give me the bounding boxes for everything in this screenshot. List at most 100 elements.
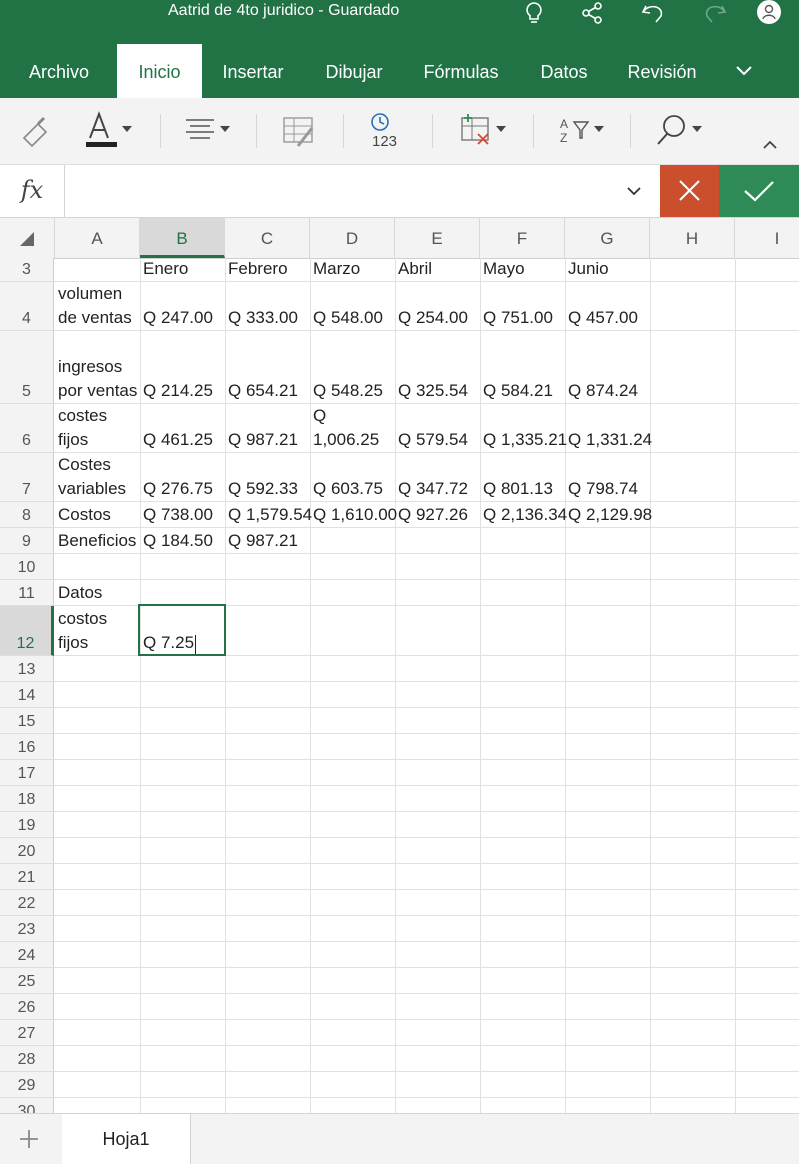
cell-e7[interactable]: Q 347.72 bbox=[398, 453, 468, 502]
cell-f5[interactable]: Q 584.21 bbox=[483, 331, 553, 404]
number-format-icon[interactable]: 123 bbox=[366, 108, 406, 154]
cell-f8[interactable]: Q 2,136.34 bbox=[483, 502, 567, 528]
row-header-5[interactable]: 5 bbox=[0, 331, 54, 404]
cell-g5[interactable]: Q 874.24 bbox=[568, 331, 638, 404]
cell-e6[interactable]: Q 579.54 bbox=[398, 404, 468, 453]
font-color-icon[interactable] bbox=[84, 108, 136, 154]
row-header-18[interactable]: 18 bbox=[0, 786, 54, 812]
cell-a7[interactable]: Costes variables bbox=[58, 453, 140, 502]
column-header-d[interactable]: D bbox=[310, 218, 395, 258]
row-header-19[interactable]: 19 bbox=[0, 812, 54, 838]
cell-d3[interactable]: Marzo bbox=[313, 258, 360, 282]
cell-c4[interactable]: Q 333.00 bbox=[228, 282, 298, 331]
more-tabs-chevron-icon[interactable] bbox=[726, 44, 762, 98]
cell-f6[interactable]: Q 1,335.21 bbox=[483, 404, 567, 453]
sheet-tab-hoja1[interactable]: Hoja1 bbox=[62, 1114, 191, 1164]
undo-icon[interactable] bbox=[636, 0, 672, 28]
cell-b9[interactable]: Q 184.50 bbox=[143, 528, 213, 554]
row-header-4[interactable]: 4 bbox=[0, 282, 54, 331]
column-header-e[interactable]: E bbox=[395, 218, 480, 258]
cell-e4[interactable]: Q 254.00 bbox=[398, 282, 468, 331]
cell-g6[interactable]: Q 1,331.24 bbox=[568, 404, 652, 453]
format-painter-icon[interactable] bbox=[18, 108, 58, 154]
cell-f7[interactable]: Q 801.13 bbox=[483, 453, 553, 502]
row-header-24[interactable]: 24 bbox=[0, 942, 54, 968]
tab-formulas[interactable]: Fórmulas bbox=[410, 44, 512, 98]
cell-b3[interactable]: Enero bbox=[143, 258, 188, 282]
column-header-c[interactable]: C bbox=[225, 218, 310, 258]
formula-input[interactable] bbox=[72, 179, 612, 205]
row-header-3[interactable]: 3 bbox=[0, 258, 54, 282]
row-header-26[interactable]: 26 bbox=[0, 994, 54, 1020]
row-header-15[interactable]: 15 bbox=[0, 708, 54, 734]
row-header-9[interactable]: 9 bbox=[0, 528, 54, 554]
tab-revision[interactable]: Revisión bbox=[614, 44, 710, 98]
row-header-28[interactable]: 28 bbox=[0, 1046, 54, 1072]
tab-dibujar[interactable]: Dibujar bbox=[310, 44, 398, 98]
row-header-14[interactable]: 14 bbox=[0, 682, 54, 708]
lightbulb-icon[interactable] bbox=[516, 0, 552, 28]
cell-a9[interactable]: Beneficios bbox=[58, 528, 140, 554]
cell-b8[interactable]: Q 738.00 bbox=[143, 502, 213, 528]
search-icon[interactable] bbox=[652, 108, 708, 154]
row-header-13[interactable]: 13 bbox=[0, 656, 54, 682]
cell-g7[interactable]: Q 798.74 bbox=[568, 453, 638, 502]
row-header-6[interactable]: 6 bbox=[0, 404, 54, 453]
cell-d5[interactable]: Q 548.25 bbox=[313, 331, 383, 404]
cell-g8[interactable]: Q 2,129.98 bbox=[568, 502, 652, 528]
spreadsheet-grid[interactable]: 3 Enero Febrero Marzo Abril Mayo Junio 4 volumen… bbox=[0, 258, 799, 1113]
row-header-10[interactable]: 10 bbox=[0, 554, 54, 580]
cell-e8[interactable]: Q 927.26 bbox=[398, 502, 468, 528]
cell-b6[interactable]: Q 461.25 bbox=[143, 404, 213, 453]
row-header-16[interactable]: 16 bbox=[0, 734, 54, 760]
tab-datos[interactable]: Datos bbox=[528, 44, 600, 98]
row-header-27[interactable]: 27 bbox=[0, 1020, 54, 1046]
row-header-30[interactable]: 30 bbox=[0, 1098, 54, 1113]
column-header-b[interactable]: B bbox=[140, 218, 225, 258]
column-header-f[interactable]: F bbox=[480, 218, 565, 258]
tab-insertar[interactable]: Insertar bbox=[210, 44, 296, 98]
cell-a4[interactable]: volumen de ventas bbox=[58, 282, 140, 331]
cell-c6[interactable]: Q 987.21 bbox=[228, 404, 298, 453]
tab-archivo[interactable]: Archivo bbox=[14, 44, 104, 98]
account-icon[interactable] bbox=[752, 0, 788, 28]
share-icon[interactable] bbox=[574, 0, 610, 28]
cell-e5[interactable]: Q 325.54 bbox=[398, 331, 468, 404]
cell-b7[interactable]: Q 276.75 bbox=[143, 453, 213, 502]
cell-c3[interactable]: Febrero bbox=[228, 258, 288, 282]
cell-b5[interactable]: Q 214.25 bbox=[143, 331, 213, 404]
cell-f4[interactable]: Q 751.00 bbox=[483, 282, 553, 331]
add-sheet-button[interactable] bbox=[14, 1124, 44, 1154]
redo-icon[interactable] bbox=[696, 0, 732, 28]
collapse-ribbon-icon[interactable] bbox=[756, 108, 786, 154]
row-header-8[interactable]: 8 bbox=[0, 502, 54, 528]
cell-c7[interactable]: Q 592.33 bbox=[228, 453, 298, 502]
cell-e3[interactable]: Abril bbox=[398, 258, 432, 282]
cell-f3[interactable]: Mayo bbox=[483, 258, 525, 282]
cell-d7[interactable]: Q 603.75 bbox=[313, 453, 383, 502]
row-header-12[interactable]: 12 bbox=[0, 606, 54, 656]
confirm-entry-button[interactable] bbox=[719, 165, 799, 217]
row-header-17[interactable]: 17 bbox=[0, 760, 54, 786]
column-header-g[interactable]: G bbox=[565, 218, 650, 258]
tab-inicio[interactable]: Inicio bbox=[117, 44, 202, 98]
cell-b4[interactable]: Q 247.00 bbox=[143, 282, 213, 331]
cell-c9[interactable]: Q 987.21 bbox=[228, 528, 298, 554]
column-header-h[interactable]: H bbox=[650, 218, 735, 258]
sort-filter-icon[interactable]: AZ bbox=[556, 108, 610, 154]
cell-g4[interactable]: Q 457.00 bbox=[568, 282, 638, 331]
cell-c8[interactable]: Q 1,579.54 bbox=[228, 502, 312, 528]
cell-d4[interactable]: Q 548.00 bbox=[313, 282, 383, 331]
expand-formula-chevron-icon[interactable] bbox=[620, 175, 650, 207]
cell-a8[interactable]: Costos bbox=[58, 502, 140, 528]
table-icon[interactable] bbox=[458, 108, 512, 154]
row-header-21[interactable]: 21 bbox=[0, 864, 54, 890]
cell-a5[interactable]: ingresos por ventas bbox=[58, 331, 140, 404]
row-header-11[interactable]: 11 bbox=[0, 580, 54, 606]
column-header-a[interactable]: A bbox=[55, 218, 140, 258]
row-header-29[interactable]: 29 bbox=[0, 1072, 54, 1098]
align-icon[interactable] bbox=[184, 108, 236, 154]
cell-a12[interactable]: costos fijos bbox=[58, 606, 140, 656]
row-header-22[interactable]: 22 bbox=[0, 890, 54, 916]
cancel-entry-button[interactable] bbox=[660, 165, 719, 217]
